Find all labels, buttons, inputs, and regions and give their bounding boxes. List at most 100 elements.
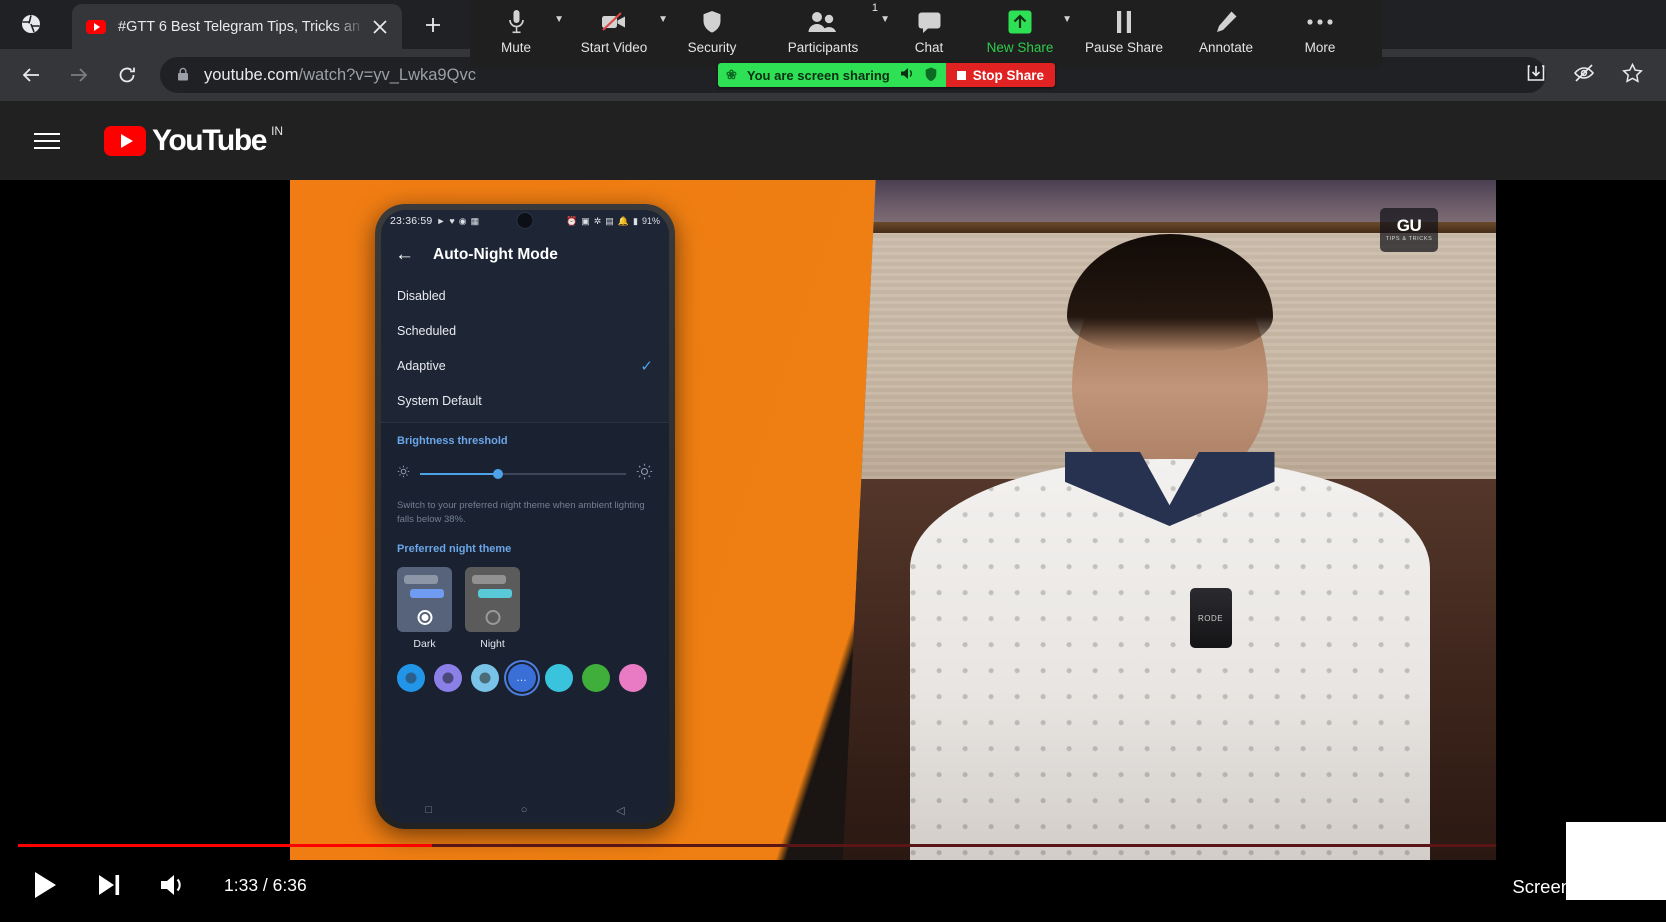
record-icon: ◉ xyxy=(458,215,467,226)
download-icon[interactable] xyxy=(1524,61,1548,85)
play-button-icon[interactable] xyxy=(26,866,64,904)
screenshot-overlay-gap xyxy=(1496,822,1566,877)
zoom-mute-button[interactable]: Mute ▼ xyxy=(470,0,564,68)
eye-off-icon[interactable] xyxy=(1572,61,1596,85)
tab-title: #GTT 6 Best Telegram Tips, Tricks an xyxy=(118,18,361,35)
zoom-meeting-toolbar: Mute ▼ Start Video ▼ Security 1 Particip… xyxy=(470,0,1382,68)
color-swatch[interactable] xyxy=(619,664,647,692)
option-label: Scheduled xyxy=(397,323,457,338)
night-theme-section-title: Preferred night theme xyxy=(397,543,512,555)
option-label: System Default xyxy=(397,393,482,408)
theme-option-dark[interactable]: Dark xyxy=(397,567,452,650)
back-button[interactable] xyxy=(16,60,46,90)
color-swatch[interactable] xyxy=(434,664,462,692)
zoom-pause-share-button[interactable]: Pause Share xyxy=(1070,0,1178,68)
color-swatch-more[interactable]: … xyxy=(508,664,536,692)
theme-thumb-night xyxy=(465,567,520,632)
screenshot-overlay-panel xyxy=(1566,822,1666,900)
color-swatch[interactable] xyxy=(471,664,499,692)
phone-screen: 23:36:59 ► ♥ ◉ ▦ ⏰ ▣ ✲ ▤ 🔔 ▮ 91% ← Auto-… xyxy=(381,210,669,823)
battery-percent: 91% xyxy=(641,216,660,226)
stop-share-button[interactable]: Stop Share xyxy=(945,63,1055,87)
leaf-icon: ❀ xyxy=(726,67,737,82)
zoom-new-share-label: New Share xyxy=(986,40,1054,55)
option-adaptive[interactable]: Adaptive ✓ xyxy=(381,348,669,383)
theme-radio-unselected[interactable] xyxy=(485,610,500,625)
youtube-logo[interactable]: YouTube IN xyxy=(104,123,283,157)
zoom-pause-share-label: Pause Share xyxy=(1084,40,1164,55)
sharing-status: ❀ You are screen sharing xyxy=(718,63,946,87)
zoom-participants-label: Participants xyxy=(787,40,859,55)
option-label: Disabled xyxy=(397,288,446,303)
brightness-section-title: Brightness threshold xyxy=(397,435,508,447)
watermark-sub-text: TIPS & TRICKS xyxy=(1385,236,1433,242)
pause-icon xyxy=(1114,5,1134,39)
youtube-favicon xyxy=(86,19,106,34)
option-disabled[interactable]: Disabled xyxy=(381,278,669,313)
share-up-arrow-icon xyxy=(1007,5,1033,39)
option-system-default[interactable]: System Default xyxy=(381,383,669,418)
forward-button[interactable] xyxy=(64,60,94,90)
zoom-security-button[interactable]: Security xyxy=(666,0,758,68)
close-icon[interactable] xyxy=(368,15,392,39)
progress-bar[interactable] xyxy=(18,844,1648,847)
url-text: youtube.com/watch?v=yv_Lwka9Qvc xyxy=(204,66,476,85)
player-button-row: 1:33 / 6:36 xyxy=(26,866,307,904)
progress-played xyxy=(18,844,433,847)
bookmark-star-icon[interactable] xyxy=(1620,61,1644,85)
youtube-header: YouTube IN gadgetstouse xyxy=(0,101,1666,262)
theme-label: Dark xyxy=(413,638,436,650)
zoom-more-button[interactable]: More xyxy=(1274,0,1366,68)
thumb-bar-accent xyxy=(410,589,444,598)
brightness-hint-text: Switch to your preferred night theme whe… xyxy=(397,500,645,525)
status-bar-time: 23:36:59 xyxy=(390,215,433,227)
next-video-icon[interactable] xyxy=(90,866,128,904)
new-tab-button[interactable] xyxy=(418,10,448,40)
brightness-slider-row[interactable] xyxy=(397,463,653,485)
brightness-high-icon xyxy=(636,463,653,485)
video-frame: RODE GU TIPS & TRICKS 23:36:59 ► ♥ ◉ ▦ ⏰… xyxy=(290,180,1496,860)
caption-icon: ▦ xyxy=(470,215,480,226)
zoom-annotate-button[interactable]: Annotate xyxy=(1178,0,1274,68)
video-stage[interactable]: RODE GU TIPS & TRICKS 23:36:59 ► ♥ ◉ ▦ ⏰… xyxy=(0,180,1666,922)
browser-tab[interactable]: #GTT 6 Best Telegram Tips, Tricks an xyxy=(72,4,402,49)
zoom-start-video-label: Start Video xyxy=(580,40,648,55)
volume-icon[interactable] xyxy=(154,866,192,904)
presenter-photo: RODE xyxy=(843,180,1496,860)
player-controls: 1:33 / 6:36 Screenshot xyxy=(0,800,1666,922)
back-arrow-icon[interactable]: ← xyxy=(395,244,417,266)
url-path: /watch?v=yv_Lwka9Qvc xyxy=(298,65,476,84)
reload-button[interactable] xyxy=(112,60,142,90)
chat-bubble-icon xyxy=(917,5,942,39)
youtube-wordmark: YouTube xyxy=(152,123,267,157)
zoom-start-video-button[interactable]: Start Video ▼ xyxy=(562,0,668,68)
mic-brand-label: RODE xyxy=(1197,613,1224,623)
option-scheduled[interactable]: Scheduled xyxy=(381,313,669,348)
color-swatch[interactable] xyxy=(545,664,573,692)
shield-icon xyxy=(702,5,722,39)
zoom-chat-button[interactable]: Chat xyxy=(888,0,970,68)
brightness-slider-fill xyxy=(420,473,499,475)
speaker-icon[interactable] xyxy=(900,67,915,83)
zoom-participants-button[interactable]: 1 Participants ▼ xyxy=(758,0,890,68)
color-swatch[interactable] xyxy=(582,664,610,692)
browser-profile-icon[interactable] xyxy=(18,11,44,37)
brightness-low-icon xyxy=(397,465,410,483)
hamburger-menu-icon[interactable] xyxy=(34,124,68,158)
brightness-slider-track[interactable] xyxy=(420,469,626,479)
shield-green-icon[interactable] xyxy=(925,67,937,84)
browser-window: #GTT 6 Best Telegram Tips, Tricks an you… xyxy=(0,0,1666,922)
participants-count-badge: 1 xyxy=(871,2,878,14)
theme-option-night[interactable]: Night xyxy=(465,567,520,650)
zoom-new-share-button[interactable]: New Share ▼ xyxy=(970,0,1072,68)
color-swatch[interactable] xyxy=(397,664,425,692)
phone-mockup: 23:36:59 ► ♥ ◉ ▦ ⏰ ▣ ✲ ▤ 🔔 ▮ 91% ← Auto-… xyxy=(375,204,675,829)
theme-radio-selected[interactable] xyxy=(417,610,432,625)
brightness-slider-knob xyxy=(493,469,504,479)
auto-night-mode-options: Disabled Scheduled Adaptive ✓ System Def… xyxy=(381,278,669,423)
omnibox-actions xyxy=(1524,61,1644,85)
alarm-icon: ⏰ xyxy=(566,215,578,226)
stop-share-label: Stop Share xyxy=(972,67,1044,83)
phone-content-filler xyxy=(381,692,669,797)
preferred-night-theme-section: Preferred night theme Dark Night xyxy=(381,539,669,650)
